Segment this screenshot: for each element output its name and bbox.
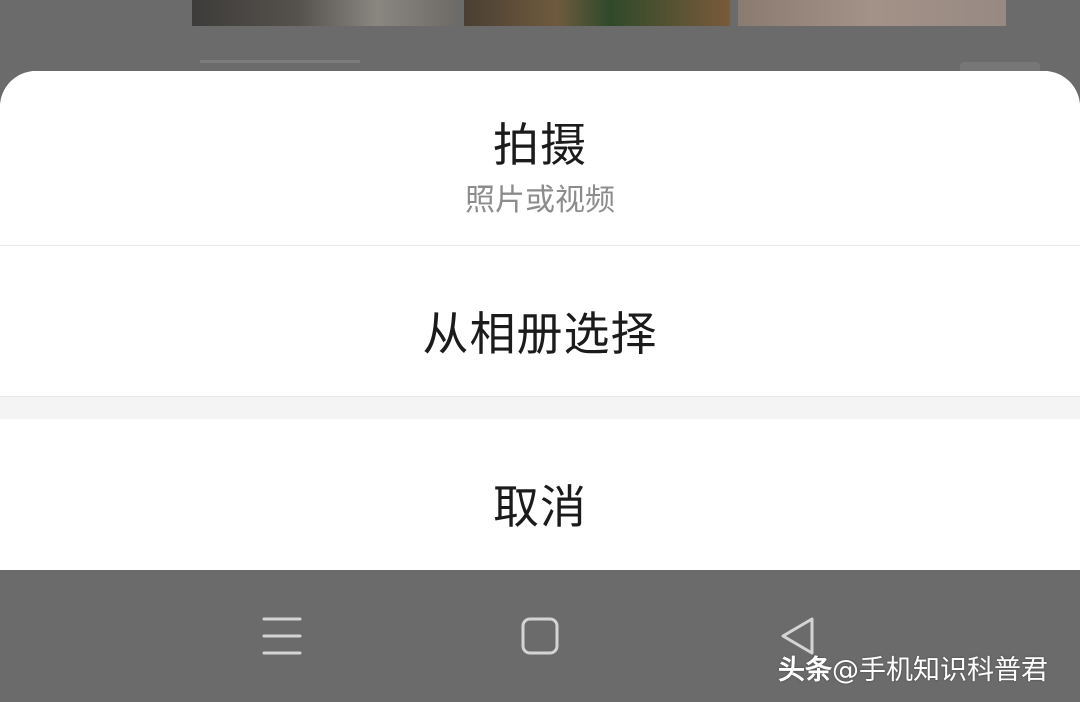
cancel-button-label: 取消 — [493, 480, 587, 534]
cancel-button[interactable]: 取消 — [0, 419, 1080, 570]
background-photo-thumbnail — [464, 0, 730, 26]
capture-option-subtitle: 照片或视频 — [465, 183, 615, 218]
watermark-brand: 头条 — [778, 655, 832, 686]
home-icon[interactable] — [520, 616, 560, 656]
watermark-account: @手机知识科普君 — [832, 655, 1048, 686]
choose-from-album-label: 从相册选择 — [422, 307, 658, 361]
action-sheet-separator — [0, 397, 1080, 419]
action-sheet: 拍摄 照片或视频 从相册选择 取消 — [0, 71, 1080, 570]
watermark: 头条@手机知识科普君 — [778, 648, 1048, 687]
background-photo-strip — [192, 0, 1006, 26]
capture-option-title: 拍摄 — [493, 118, 587, 172]
menu-icon[interactable] — [262, 616, 302, 656]
choose-from-album-option[interactable]: 从相册选择 — [0, 246, 1080, 397]
capture-option[interactable]: 拍摄 照片或视频 — [0, 71, 1080, 246]
background-photo-thumbnail — [738, 0, 1006, 26]
background-photo-thumbnail — [192, 0, 456, 26]
